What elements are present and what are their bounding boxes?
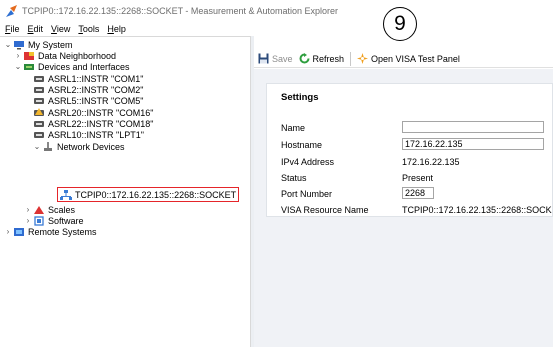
computer-icon [14,40,24,49]
serial-port-icon [34,120,44,127]
settings-heading: Settings [281,92,319,103]
settings-card: Settings Name Hostname IPv4 Address 172.… [266,83,553,217]
tree-item-scales[interactable]: › Scales [24,204,75,215]
expand-arrow-icon[interactable]: ⌄ [33,142,41,151]
tree-label: TCPIP0::172.16.22.135::2268::SOCKET [75,189,237,200]
tree-label: ASRL5::INSTR "COM5" [48,95,144,106]
save-button[interactable]: Save [258,53,293,64]
tree-item-network-devices[interactable]: ⌄ Network Devices [33,141,125,152]
tree-label: Data Neighborhood [38,50,117,61]
devices-icon [24,63,34,70]
tree-item-remote-systems[interactable]: › Remote Systems [4,226,97,237]
tree-label: ASRL22::INSTR "COM18" [48,118,154,129]
menu-help[interactable]: Help [107,24,126,34]
tree-label: ASRL2::INSTR "COM2" [48,84,144,95]
menu-bar: File Edit View Tools Help [0,22,553,35]
tree-item-asrl10[interactable]: ASRL10::INSTR "LPT1" [33,129,144,140]
menu-file[interactable]: File [5,24,20,34]
data-neighborhood-icon [24,51,34,60]
toolbar: Save Refresh Open VISA Test Panel [254,50,553,68]
menu-edit[interactable]: Edit [28,24,44,34]
collapse-arrow-icon[interactable]: › [24,205,32,214]
remote-systems-icon [14,227,24,236]
network-devices-icon [44,141,52,151]
name-label: Name [281,123,306,133]
tree-label: My System [28,39,73,50]
serial-port-warning-icon [34,107,44,116]
tree-label: ASRL10::INSTR "LPT1" [48,129,144,140]
title-bar: TCPIP0::172.16.22.135::2268::SOCKET - Me… [0,0,553,22]
ipv4-address-value: 172.16.22.135 [402,157,460,167]
tree-label: Scales [48,204,76,215]
menu-view[interactable]: View [51,24,70,34]
ipv4-address-label: IPv4 Address [281,157,335,167]
collapse-arrow-icon[interactable]: › [24,216,32,225]
tree-item-asrl1[interactable]: ASRL1::INSTR "COM1" [33,73,143,84]
refresh-button[interactable]: Refresh [299,53,345,64]
visa-resource-name-value: TCPIP0::172.16.22.135::2268::SOCK [402,205,552,215]
tree-label: Network Devices [57,141,125,152]
name-field[interactable] [402,121,544,133]
tree-item-devices-and-interfaces[interactable]: ⌄ Devices and Interfaces [14,61,130,72]
serial-port-icon [34,86,44,93]
tree-item-asrl5[interactable]: ASRL5::INSTR "COM5" [33,95,143,106]
toolbar-separator [350,51,352,66]
tree-label: ASRL20::INSTR "COM16" [48,107,154,118]
expand-arrow-icon[interactable]: ⌄ [14,62,22,71]
refresh-icon [299,53,310,64]
parallel-port-icon [34,131,44,138]
refresh-label: Refresh [312,53,345,64]
software-icon [34,215,44,226]
settings-panel: Settings Name Hostname IPv4 Address 172.… [254,69,553,347]
status-value: Present [402,173,434,183]
tree-item-data-neighborhood[interactable]: › Data Neighborhood [14,50,116,61]
tree-item-asrl2[interactable]: ASRL2::INSTR "COM2" [33,84,143,95]
collapse-arrow-icon[interactable]: › [4,227,12,236]
status-label: Status [281,173,307,183]
tree-label: Software [48,215,84,226]
port-number-field[interactable] [402,187,434,199]
step-number-callout: 9 [383,7,417,41]
open-visa-test-panel-button[interactable]: Open VISA Test Panel [357,53,460,64]
port-number-label: Port Number [281,189,333,199]
serial-port-icon [34,97,44,104]
network-socket-icon [60,189,72,200]
hostname-label: Hostname [281,140,323,150]
tree-label: Remote Systems [28,226,97,237]
tree-item-software[interactable]: › Software [24,215,84,226]
save-icon [258,53,269,64]
visa-test-panel-icon [357,53,369,64]
save-label: Save [272,53,293,64]
menu-tools[interactable]: Tools [78,24,99,34]
mae-app-icon [6,5,17,17]
scales-icon [34,205,44,214]
tree-label: ASRL1::INSTR "COM1" [48,73,144,84]
serial-port-icon [34,75,44,82]
collapse-arrow-icon[interactable]: › [14,51,22,60]
window-title: TCPIP0::172.16.22.135::2268::SOCKET - Me… [22,6,339,16]
hostname-field[interactable] [402,138,544,150]
open-visa-label: Open VISA Test Panel [371,53,460,64]
configuration-tree: ⌄ My System › Data Neighborhood ⌄ Device… [0,36,251,347]
tree-item-asrl20[interactable]: ASRL20::INSTR "COM16" [33,107,153,118]
tree-item-my-system[interactable]: ⌄ My System [4,39,73,50]
visa-resource-name-label: VISA Resource Name [281,205,369,215]
tree-item-tcpip-socket[interactable]: TCPIP0::172.16.22.135::2268::SOCKET [57,187,240,202]
expand-arrow-icon[interactable]: ⌄ [4,40,12,49]
tree-label: Devices and Interfaces [38,61,130,72]
tree-item-asrl22[interactable]: ASRL22::INSTR "COM18" [33,118,153,129]
